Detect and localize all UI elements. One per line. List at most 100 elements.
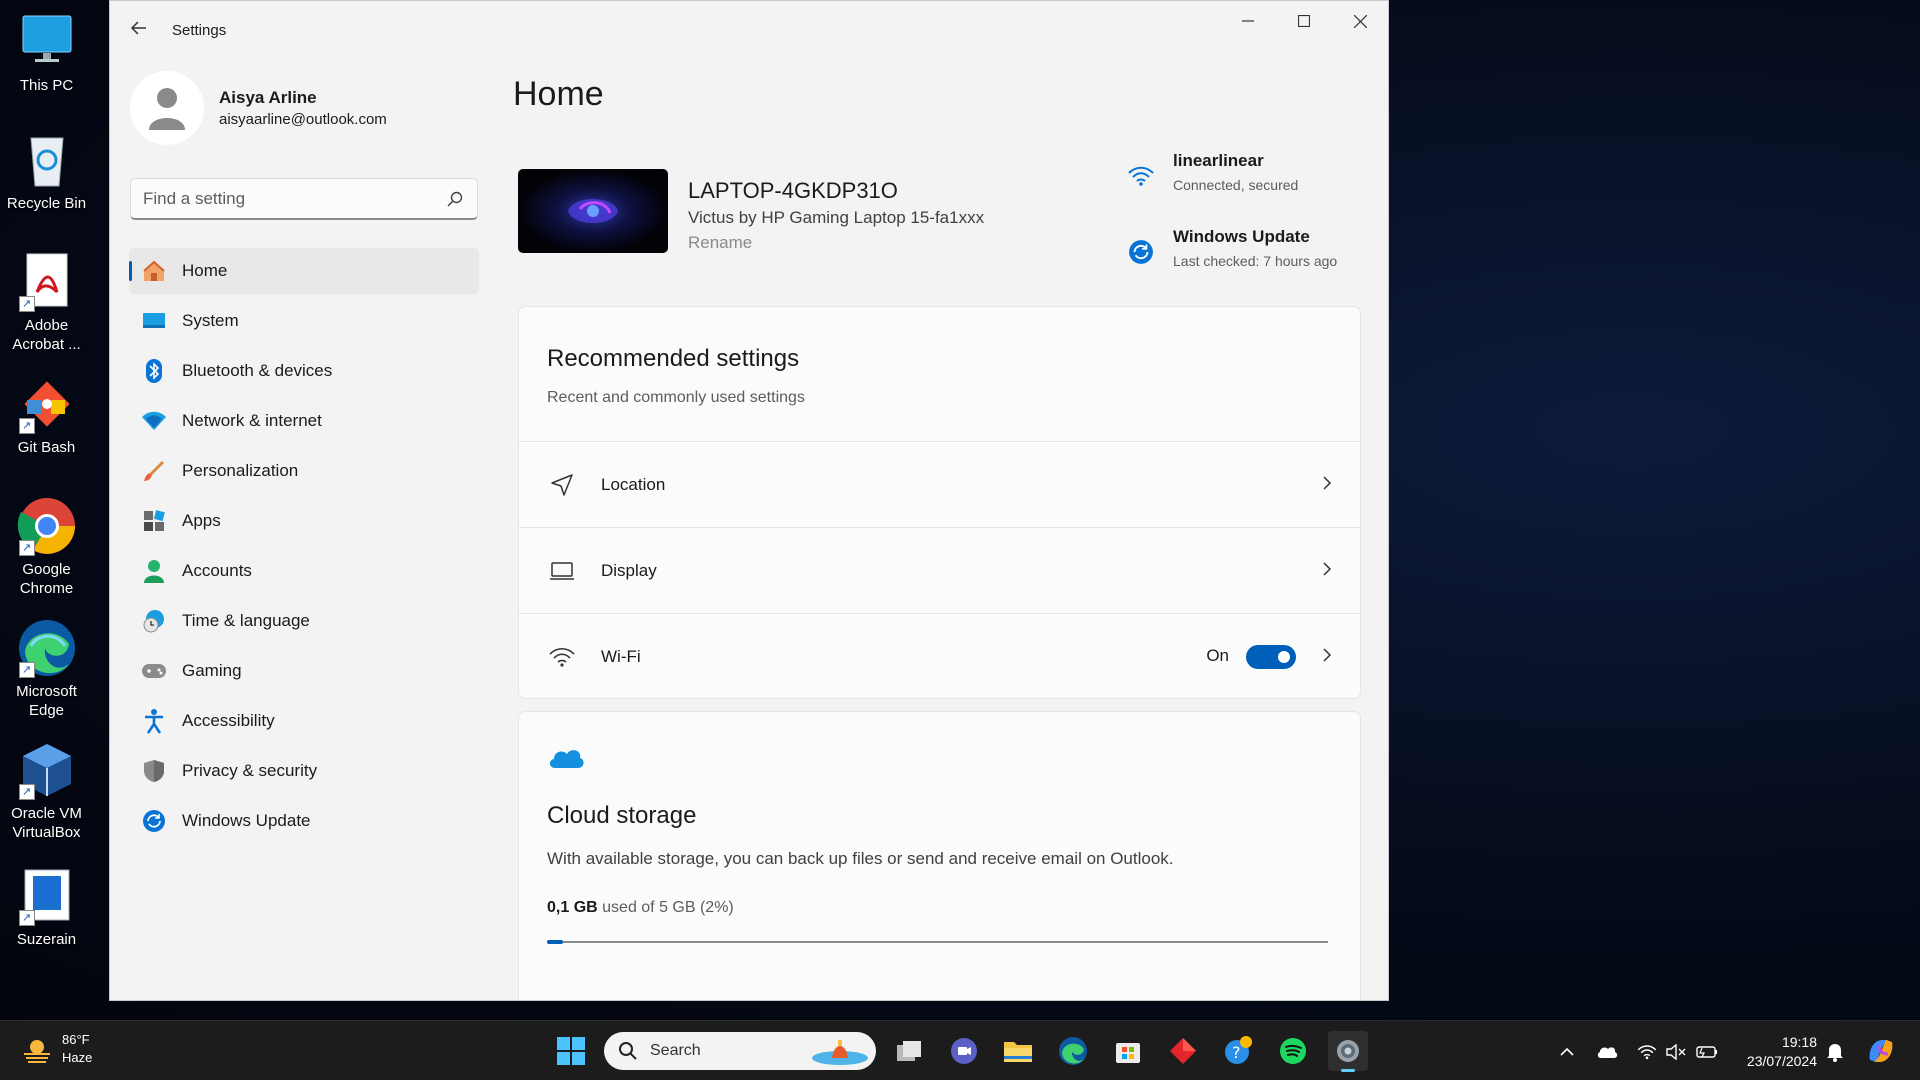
desktop-icon-google-chrome[interactable]: ↗ Google Chrome [0, 496, 93, 598]
taskbar-edge[interactable] [1053, 1031, 1093, 1071]
device-thumbnail [518, 169, 668, 253]
network-icon [141, 408, 167, 434]
volume-tray[interactable] [1665, 1041, 1687, 1063]
system-icon [141, 308, 167, 334]
desktop-icon-virtualbox[interactable]: ↗ Oracle VM VirtualBox [0, 740, 93, 842]
sidebar-item-label: Gaming [182, 661, 242, 680]
suzerain-icon: ↗ [17, 866, 77, 926]
wifi-status[interactable]: linearlinear Connected, secured [1126, 151, 1298, 193]
taskbar-teams[interactable] [944, 1031, 984, 1071]
store-icon [1116, 1043, 1140, 1063]
avatar [130, 71, 204, 145]
search-icon[interactable] [447, 191, 463, 207]
desktop-icon-label: This PC [19, 77, 74, 94]
desktop-icon-label: Microsoft Edge [16, 683, 77, 719]
window-title: Settings [172, 22, 227, 39]
sidebar-item-apps[interactable]: Apps [129, 498, 479, 544]
update-icon [141, 808, 167, 834]
edge-icon [1059, 1037, 1087, 1065]
sidebar-item-label: Apps [182, 511, 221, 530]
search-highlight-icon [812, 1040, 868, 1065]
weather-condition: Haze [62, 1050, 93, 1065]
bell-icon [1827, 1044, 1843, 1062]
sidebar-nav: Home System Bluetooth & devices Network … [129, 248, 479, 848]
desktop-icon-label: Google Chrome [19, 561, 74, 597]
maximize-button[interactable] [1276, 1, 1332, 41]
battery-tray[interactable] [1696, 1041, 1718, 1063]
update-icon [1126, 237, 1156, 267]
accounts-icon [141, 558, 167, 584]
notifications-button[interactable] [1824, 1041, 1846, 1063]
sidebar-item-network[interactable]: Network & internet [129, 398, 479, 444]
windows-logo-icon [557, 1037, 585, 1065]
show-hidden-icons-button[interactable] [1556, 1041, 1578, 1063]
onedrive-tray[interactable] [1596, 1041, 1618, 1063]
minimize-button[interactable] [1220, 1, 1276, 41]
sidebar-item-label: System [182, 311, 239, 330]
sidebar-item-personalization[interactable]: Personalization [129, 448, 479, 494]
profile-email: aisyaarline@outlook.com [219, 111, 387, 128]
wifi-icon [1637, 1045, 1657, 1060]
desktop-icon-this-pc[interactable]: This PC [0, 12, 93, 95]
setting-row-wifi[interactable]: Wi-Fi On [519, 613, 1360, 698]
rename-link[interactable]: Rename [688, 233, 752, 253]
cloud-used-amount: 0,1 GB [547, 899, 598, 916]
haze-sun-icon [24, 1040, 50, 1063]
search-input[interactable] [143, 189, 443, 209]
taskbar-search-label: Search [650, 1042, 701, 1059]
taskbar-spotify[interactable] [1273, 1031, 1313, 1071]
minimize-icon [1242, 20, 1254, 22]
sidebar-item-label: Windows Update [182, 811, 311, 830]
chevron-right-icon [1323, 648, 1332, 662]
sidebar-item-time-language[interactable]: Time & language [129, 598, 479, 644]
sidebar-item-bluetooth[interactable]: Bluetooth & devices [129, 348, 479, 394]
copilot-icon [1869, 1040, 1893, 1062]
title-bar: Settings [110, 1, 1388, 49]
taskbar-settings[interactable] [1328, 1031, 1368, 1072]
taskbar-microsoft-store[interactable] [1108, 1031, 1148, 1071]
sidebar-item-privacy[interactable]: Privacy & security [129, 748, 479, 794]
sidebar-item-windows-update[interactable]: Windows Update [129, 798, 479, 844]
sidebar-item-accessibility[interactable]: Accessibility [129, 698, 479, 744]
desktop-icon-suzerain[interactable]: ↗ Suzerain [0, 866, 93, 949]
taskbar-get-help[interactable]: ? [1218, 1031, 1258, 1071]
wifi-toggle[interactable] [1246, 645, 1296, 669]
windows-update-status[interactable]: Windows Update Last checked: 7 hours ago [1126, 227, 1337, 269]
desktop-icon-microsoft-edge[interactable]: ↗ Microsoft Edge [0, 618, 93, 720]
copilot-button[interactable] [1866, 1036, 1896, 1066]
cloud-storage-progress [547, 940, 1328, 944]
setting-row-location[interactable]: Location [519, 441, 1360, 527]
user-profile[interactable]: Aisya Arline aisyaarline@outlook.com [130, 71, 387, 145]
volume-muted-icon [1666, 1044, 1686, 1060]
start-button[interactable] [551, 1031, 591, 1071]
desktop-icon-git-bash[interactable]: ↗ Git Bash [0, 374, 93, 457]
sidebar-item-system[interactable]: System [129, 298, 479, 344]
desktop-icon-recycle-bin[interactable]: Recycle Bin [0, 130, 93, 213]
wifi-connection-status: Connected, secured [1173, 177, 1299, 193]
taskbar-clock[interactable]: 19:18 23/07/2024 [1732, 1033, 1817, 1071]
sidebar-item-accounts[interactable]: Accounts [129, 548, 479, 594]
wifi-icon [547, 642, 577, 672]
desktop-icon-label: Suzerain [16, 931, 77, 948]
network-tray[interactable] [1636, 1041, 1658, 1063]
row-label: Location [601, 474, 666, 494]
weather-widget[interactable]: 86°F Haze [22, 1031, 92, 1067]
taskbar-search[interactable]: Search [604, 1032, 876, 1070]
sidebar-item-label: Accessibility [182, 711, 275, 730]
setting-row-display[interactable]: Display [519, 527, 1360, 613]
sidebar-item-gaming[interactable]: Gaming [129, 648, 479, 694]
sidebar-item-home[interactable]: Home [129, 248, 479, 294]
taskbar-task-view[interactable] [889, 1031, 929, 1071]
cloud-storage-card: Cloud storage With available storage, yo… [518, 711, 1361, 1000]
search-icon [619, 1042, 637, 1060]
wallpaper-image [568, 199, 618, 223]
settings-search[interactable] [130, 178, 478, 220]
desktop-icon-adobe-acrobat[interactable]: ↗ Adobe Acrobat ... [0, 252, 93, 354]
sidebar-item-label: Privacy & security [182, 761, 318, 780]
cloud-storage-description: With available storage, you can back up … [547, 849, 1174, 868]
taskbar-file-explorer[interactable] [998, 1031, 1038, 1071]
taskbar-app-red[interactable] [1163, 1031, 1203, 1071]
back-button[interactable] [124, 13, 154, 43]
close-button[interactable] [1332, 1, 1388, 41]
virtualbox-icon: ↗ [17, 740, 77, 800]
